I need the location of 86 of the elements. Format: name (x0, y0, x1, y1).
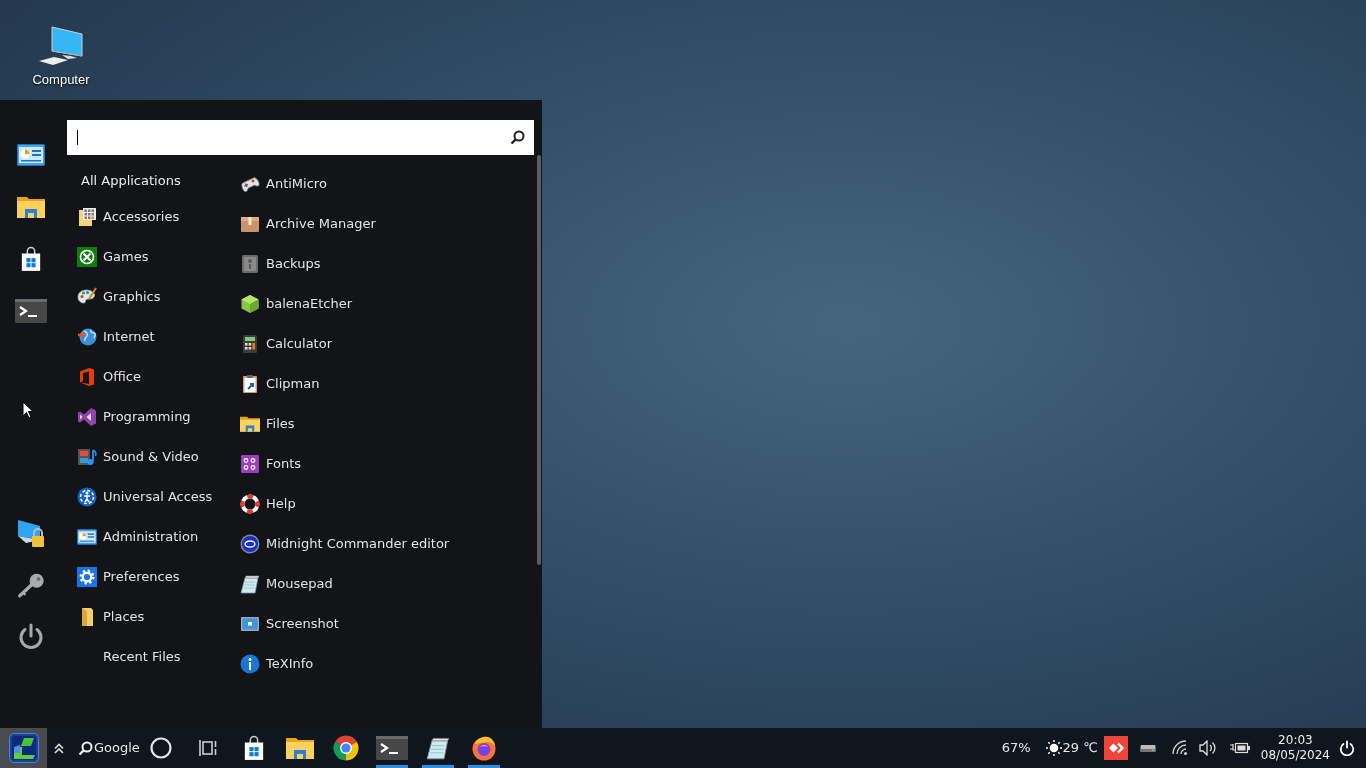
app-item[interactable]: Backups (240, 254, 321, 274)
office-icon (77, 367, 97, 387)
category-item[interactable]: Games (77, 247, 149, 267)
clipboard-icon (240, 374, 260, 394)
app-item[interactable]: Mousepad (240, 574, 333, 594)
app-item[interactable]: Clipman (240, 374, 320, 394)
calculator-icon (240, 334, 260, 354)
desktop-icon-label[interactable]: Computer (32, 72, 90, 88)
lock-screen-icon[interactable] (16, 518, 46, 548)
film-note-icon (77, 447, 97, 467)
category-item[interactable]: Programming (77, 407, 191, 427)
terminal-icon[interactable] (376, 736, 408, 760)
globe-icon (77, 327, 97, 347)
volume-icon[interactable] (1198, 740, 1217, 756)
sun-icon[interactable] (1045, 740, 1062, 756)
clock-time[interactable]: 20:03 (1278, 733, 1313, 748)
search-icon[interactable] (510, 130, 525, 145)
app-item[interactable]: Fonts (240, 454, 302, 474)
safe-icon (240, 254, 260, 274)
browser-icon[interactable] (333, 735, 359, 761)
category-item[interactable]: Places (77, 607, 145, 627)
mouse-pointer-icon (22, 401, 34, 419)
shopping-bag-icon[interactable] (243, 735, 265, 761)
control-panel-icon (77, 529, 97, 545)
temperature-label[interactable]: 29 ℃ (1062, 738, 1098, 758)
circle-icon[interactable] (150, 737, 172, 759)
app-item[interactable]: Files (240, 414, 295, 434)
drive-icon[interactable] (1139, 743, 1156, 753)
category-item[interactable]: Preferences (77, 567, 180, 587)
app-item[interactable]: Calculator (240, 334, 332, 354)
info-icon (240, 654, 260, 674)
category-item[interactable]: Internet (77, 327, 155, 347)
percent-label[interactable]: 67% (1001, 738, 1031, 758)
font-tile-icon (240, 454, 260, 474)
app-item[interactable]: TeXInfo (240, 654, 314, 674)
control-panel-icon[interactable] (17, 144, 45, 166)
folder-icon[interactable] (286, 737, 314, 759)
scrollbar-thumb[interactable] (537, 155, 541, 565)
screenshot-icon (240, 614, 260, 634)
search-icon[interactable] (78, 740, 93, 756)
palette-icon (77, 287, 97, 307)
notepad-grid-icon (77, 207, 97, 227)
category-item[interactable]: Office (77, 367, 141, 387)
x-circle-icon (77, 247, 97, 267)
app-item[interactable]: AntiMicro (240, 174, 327, 194)
notepad-icon[interactable] (426, 735, 450, 761)
lifebuoy-icon (240, 494, 260, 514)
category-item[interactable]: All Applications (81, 171, 181, 191)
app-item[interactable]: balenaEtcher (240, 294, 353, 314)
battery-icon[interactable] (1229, 741, 1250, 755)
accessibility-icon (77, 487, 97, 507)
category-item[interactable]: Administration (77, 527, 199, 547)
computer-icon[interactable] (38, 25, 84, 68)
chevron-up-icon[interactable] (54, 742, 64, 754)
flame-browser-icon[interactable] (471, 735, 497, 761)
gear-icon (77, 567, 97, 587)
app-item[interactable]: Screenshot (240, 614, 339, 634)
code-logo-icon (77, 407, 97, 427)
app-item[interactable]: Archive Manager (240, 214, 376, 234)
search-button[interactable]: Google (78, 738, 140, 758)
notepad-icon (240, 574, 260, 594)
power-icon[interactable] (1339, 740, 1355, 756)
task-view-icon[interactable] (198, 739, 218, 757)
category-item[interactable]: Sound & Video (77, 447, 199, 467)
diamond-tile-icon[interactable] (1103, 736, 1128, 760)
power-icon[interactable] (17, 623, 45, 651)
disc-logo-icon (240, 534, 260, 554)
category-item[interactable]: Graphics (77, 287, 161, 307)
package-icon (240, 214, 260, 234)
wifi-icon[interactable] (1171, 740, 1188, 756)
terminal-icon[interactable] (15, 299, 47, 323)
category-item[interactable]: Recent Files (103, 647, 181, 667)
start-logo-icon (8, 733, 39, 763)
key-icon[interactable] (16, 571, 46, 599)
app-item[interactable]: Midnight Commander editor (240, 534, 450, 554)
cube-icon (240, 294, 260, 314)
category-item[interactable]: Universal Access (77, 487, 213, 507)
category-item[interactable]: Accessories (77, 207, 180, 227)
folder-icon (240, 416, 260, 432)
start-button[interactable] (0, 728, 47, 768)
app-item[interactable]: Help (240, 494, 296, 514)
gamepad-icon (240, 174, 260, 194)
folder-icon[interactable] (17, 196, 45, 218)
search-field[interactable] (67, 120, 534, 155)
clock-date[interactable]: 08/05/2024 (1260, 748, 1330, 763)
shopping-bag-icon[interactable] (20, 246, 42, 272)
